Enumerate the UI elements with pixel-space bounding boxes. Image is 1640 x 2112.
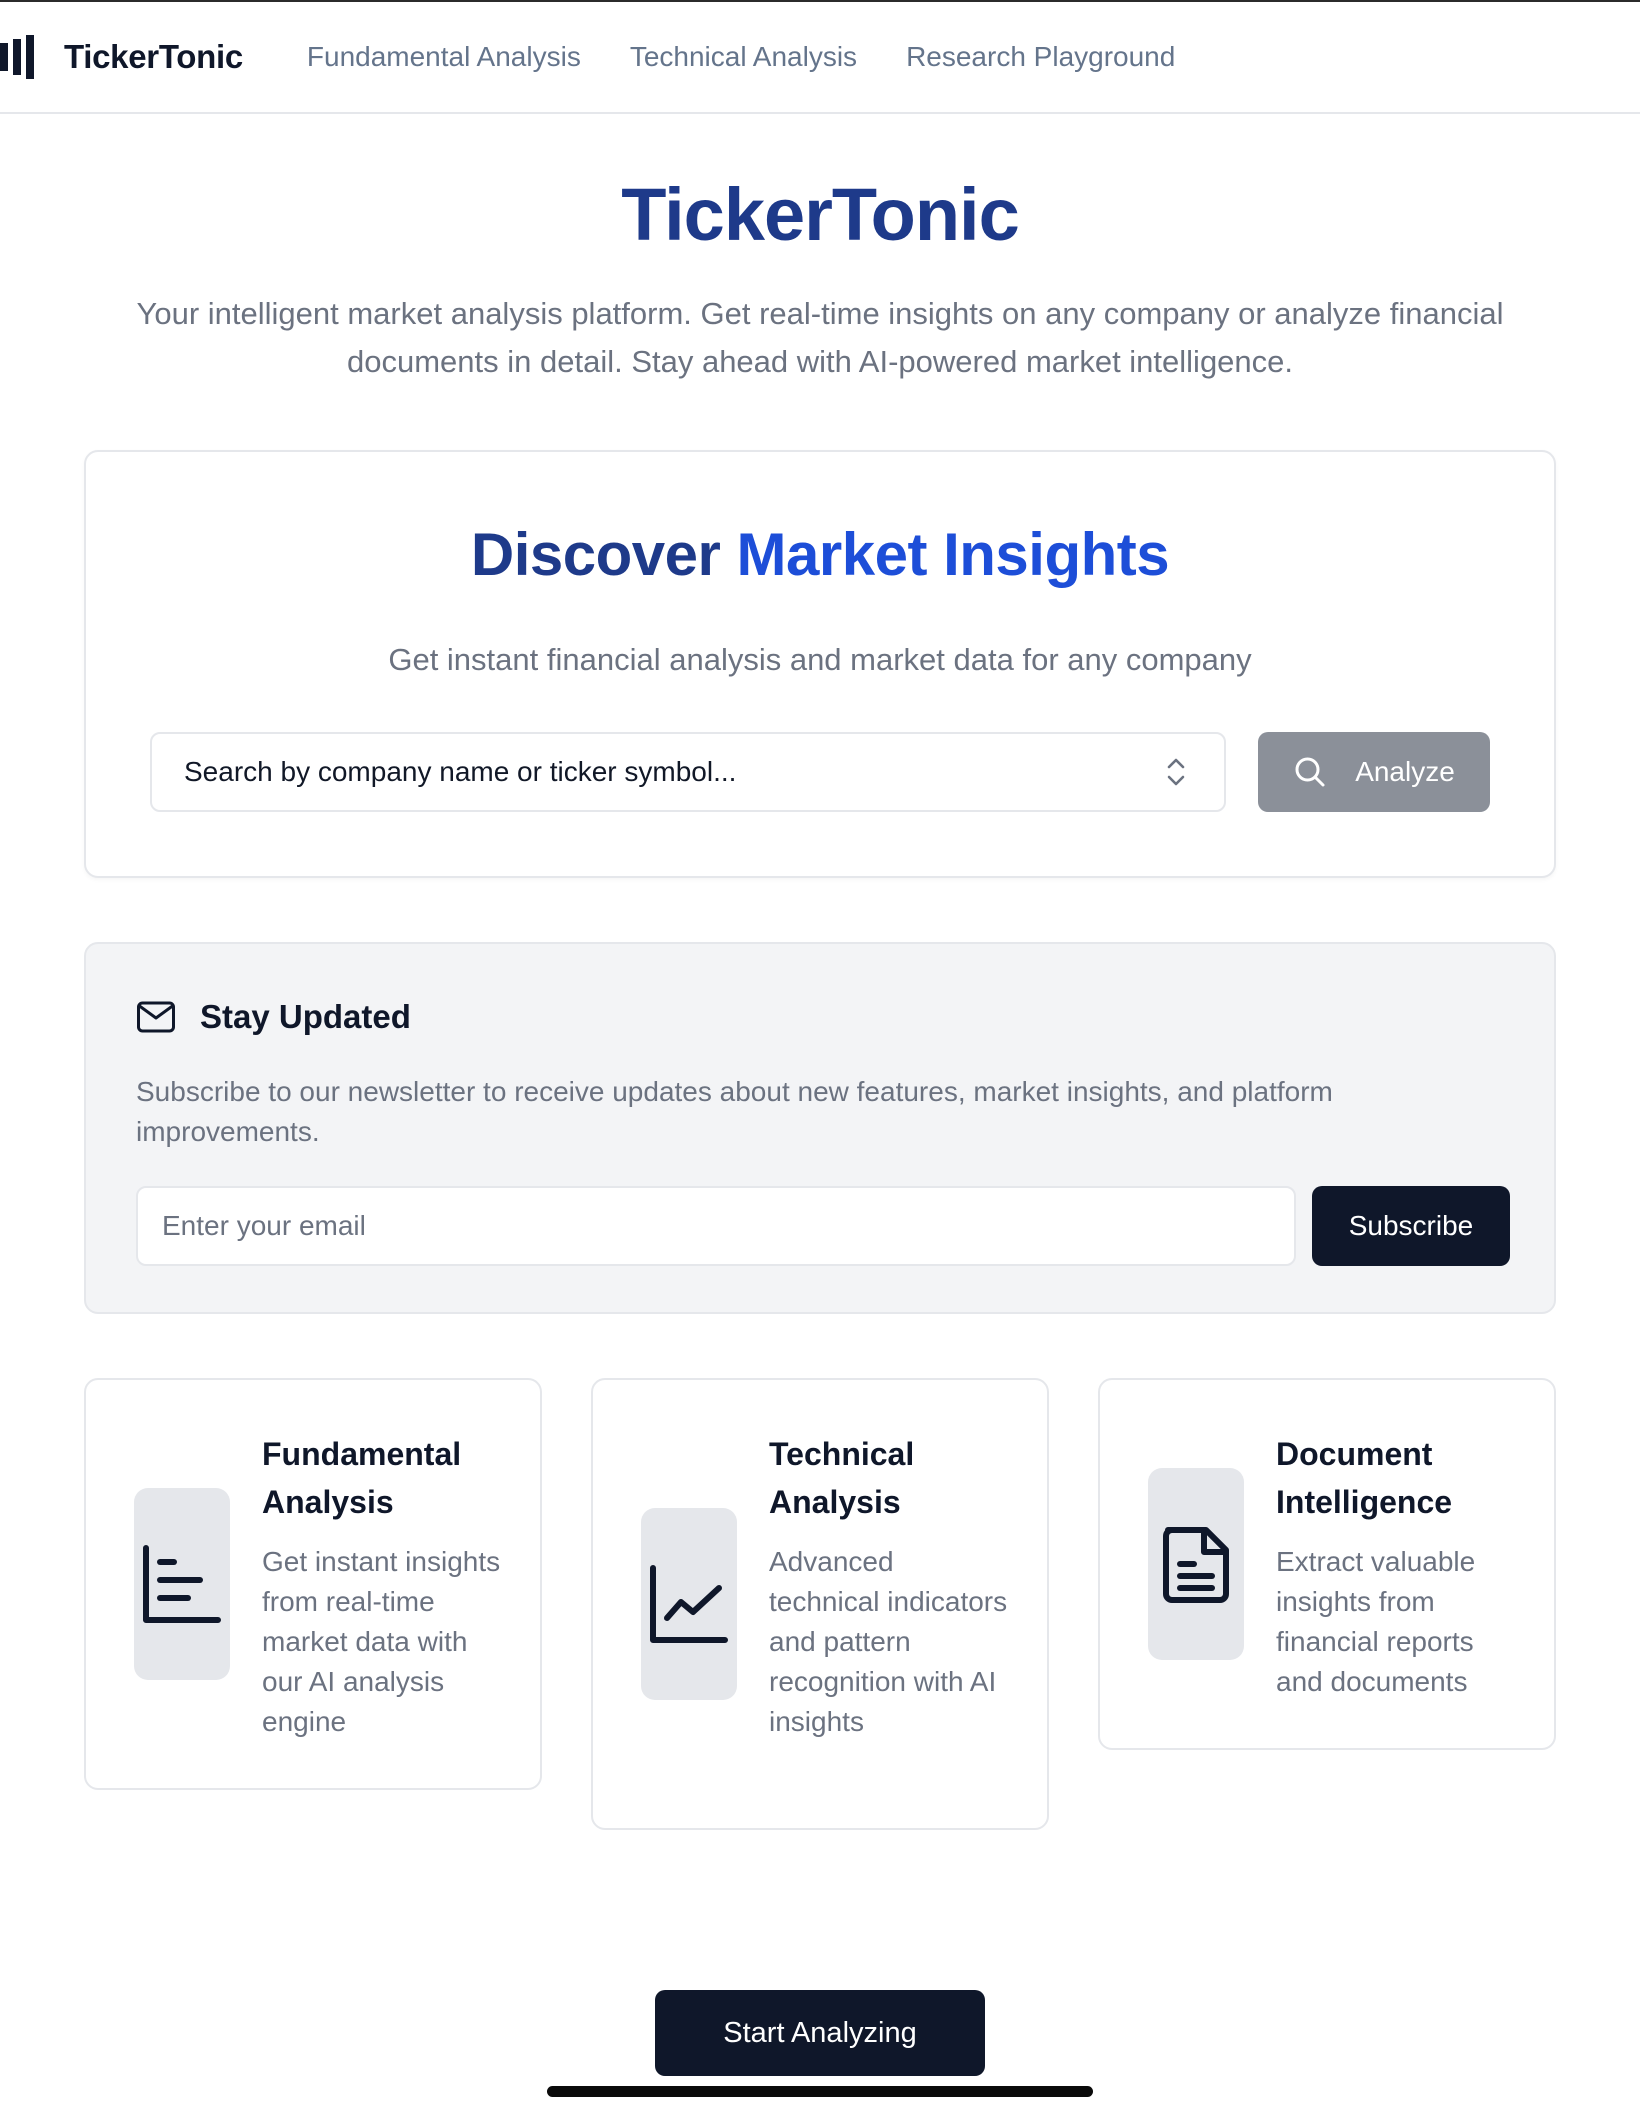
feature-title: Technical Analysis: [769, 1436, 915, 1520]
feature-title: Document Intelligence: [1276, 1436, 1453, 1520]
bar-chart-icon: [143, 1545, 221, 1623]
newsletter-card: Stay Updated Subscribe to our newsletter…: [84, 942, 1556, 1314]
hero-title: TickerTonic: [621, 173, 1020, 256]
brand[interactable]: TickerTonic: [0, 34, 243, 80]
top-navbar: TickerTonic Fundamental Analysis Technic…: [0, 2, 1640, 114]
mail-icon: [137, 1001, 175, 1033]
feature-icon-box: [641, 1508, 737, 1700]
feature-card-fundamental[interactable]: Fundamental Analysis Get instant insight…: [84, 1378, 542, 1790]
nav-fundamental-analysis[interactable]: Fundamental Analysis: [307, 41, 581, 73]
search-icon: [1295, 757, 1325, 787]
search-title-part2: Market Insights: [736, 521, 1170, 588]
analyze-button-label: Analyze: [1355, 756, 1455, 787]
nav-technical-analysis[interactable]: Technical Analysis: [630, 41, 857, 73]
search-title-part1: Discover: [470, 521, 737, 588]
search-subtitle: Get instant financial analysis and marke…: [388, 642, 1252, 677]
subscribe-button[interactable]: Subscribe: [1312, 1186, 1510, 1266]
feature-description: Extract valuable insights from financial…: [1276, 1546, 1476, 1697]
feature-description: Advanced technical indicators and patter…: [769, 1546, 1008, 1737]
bars-logo-icon: [0, 35, 34, 79]
analyze-button[interactable]: Analyze: [1258, 732, 1490, 812]
feature-icon-box: [134, 1488, 230, 1680]
feature-icon-box: [1148, 1468, 1244, 1660]
nav-research-playground[interactable]: Research Playground: [906, 41, 1175, 73]
search-input-text: Search by company name or ticker symbol.…: [184, 756, 737, 787]
line-chart-icon: [650, 1565, 728, 1643]
brand-name: TickerTonic: [64, 38, 243, 75]
company-search-combobox[interactable]: Search by company name or ticker symbol.…: [150, 732, 1226, 812]
newsletter-header: Stay Updated: [136, 998, 411, 1036]
main-nav: Fundamental Analysis Technical Analysis …: [307, 41, 1224, 73]
newsletter-description: Subscribe to our newsletter to receive u…: [136, 1076, 1333, 1147]
feature-card-document[interactable]: Document Intelligence Extract valuable i…: [1098, 1378, 1556, 1750]
feature-card-technical[interactable]: Technical Analysis Advanced technical in…: [591, 1378, 1049, 1830]
feature-description: Get instant insights from real-time mark…: [262, 1546, 501, 1737]
feature-title: Fundamental Analysis: [262, 1436, 462, 1520]
home-indicator: [547, 2086, 1093, 2097]
search-title: Discover Market Insights: [86, 520, 1554, 589]
newsletter-title: Stay Updated: [200, 998, 411, 1035]
hero-subtitle: Your intelligent market analysis platfor…: [136, 296, 1504, 379]
chevron-up-down-icon: [1167, 758, 1185, 786]
file-text-icon: [1163, 1527, 1229, 1603]
email-field[interactable]: [136, 1186, 1296, 1266]
start-analyzing-button[interactable]: Start Analyzing: [655, 1990, 985, 2076]
search-card: Discover Market Insights Get instant fin…: [84, 450, 1556, 878]
